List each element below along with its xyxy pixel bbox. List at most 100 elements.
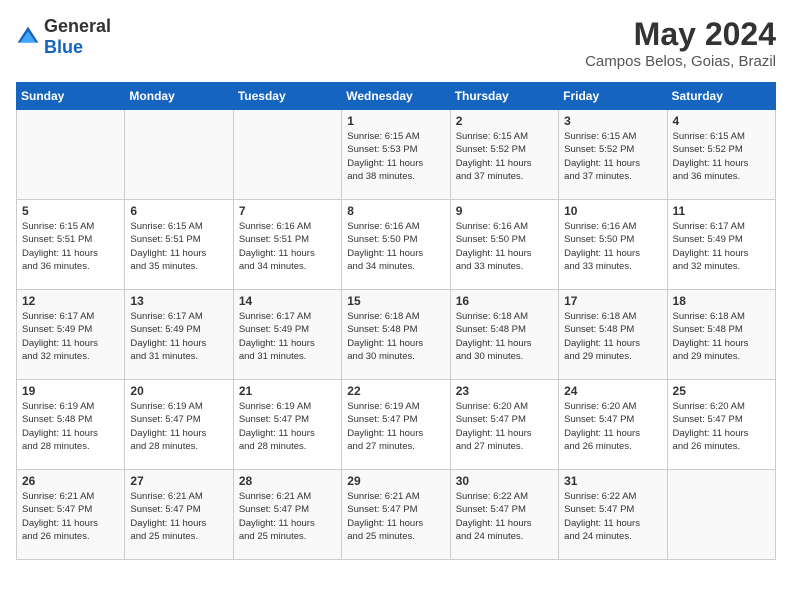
day-info: Sunrise: 6:21 AMSunset: 5:47 PMDaylight:… bbox=[22, 490, 119, 543]
calendar-cell: 5 Sunrise: 6:15 AMSunset: 5:51 PMDaylight… bbox=[17, 200, 125, 290]
weekday-header-tuesday: Tuesday bbox=[233, 83, 341, 110]
day-number: 10 bbox=[564, 204, 661, 218]
day-number: 29 bbox=[347, 474, 444, 488]
day-info: Sunrise: 6:19 AMSunset: 5:47 PMDaylight:… bbox=[347, 400, 444, 453]
day-info: Sunrise: 6:21 AMSunset: 5:47 PMDaylight:… bbox=[130, 490, 227, 543]
calendar-cell: 30 Sunrise: 6:22 AMSunset: 5:47 PMDayligh… bbox=[450, 470, 558, 560]
month-title: May 2024 bbox=[585, 16, 776, 53]
calendar-cell: 31Sunrise: 6:22 AMSunset: 5:47 PMDayligh… bbox=[559, 470, 667, 560]
day-number: 12 bbox=[22, 294, 119, 308]
day-info: Sunrise: 6:18 AMSunset: 5:48 PMDaylight:… bbox=[347, 310, 444, 363]
day-info: Sunrise: 6:15 AMSunset: 5:52 PMDaylight:… bbox=[673, 130, 770, 183]
calendar-cell: 3Sunrise: 6:15 AMSunset: 5:52 PMDaylight… bbox=[559, 110, 667, 200]
calendar-cell: 18 Sunrise: 6:18 AMSunset: 5:48 PMDayligh… bbox=[667, 290, 775, 380]
day-number: 25 bbox=[673, 384, 770, 398]
day-info: Sunrise: 6:20 AMSunset: 5:47 PMDaylight:… bbox=[564, 400, 661, 453]
calendar-cell: 20Sunrise: 6:19 AMSunset: 5:47 PMDayligh… bbox=[125, 380, 233, 470]
calendar-cell: 8 Sunrise: 6:16 AMSunset: 5:50 PMDaylight… bbox=[342, 200, 450, 290]
day-info: Sunrise: 6:18 AMSunset: 5:48 PMDaylight:… bbox=[673, 310, 770, 363]
calendar-week-row: 26 Sunrise: 6:21 AMSunset: 5:47 PMDayligh… bbox=[17, 470, 776, 560]
day-number: 23 bbox=[456, 384, 553, 398]
calendar-cell: 21 Sunrise: 6:19 AMSunset: 5:47 PMDayligh… bbox=[233, 380, 341, 470]
calendar-cell: 28Sunrise: 6:21 AMSunset: 5:47 PMDayligh… bbox=[233, 470, 341, 560]
day-number: 9 bbox=[456, 204, 553, 218]
day-number: 8 bbox=[347, 204, 444, 218]
calendar-cell: 9Sunrise: 6:16 AMSunset: 5:50 PMDaylight… bbox=[450, 200, 558, 290]
calendar-cell: 14 Sunrise: 6:17 AMSunset: 5:49 PMDayligh… bbox=[233, 290, 341, 380]
day-number: 24 bbox=[564, 384, 661, 398]
calendar-cell: 23Sunrise: 6:20 AMSunset: 5:47 PMDayligh… bbox=[450, 380, 558, 470]
calendar-cell: 22 Sunrise: 6:19 AMSunset: 5:47 PMDayligh… bbox=[342, 380, 450, 470]
calendar-cell: 29 Sunrise: 6:21 AMSunset: 5:47 PMDayligh… bbox=[342, 470, 450, 560]
day-info: Sunrise: 6:15 AMSunset: 5:52 PMDaylight:… bbox=[456, 130, 553, 183]
day-info: Sunrise: 6:17 AMSunset: 5:49 PMDaylight:… bbox=[22, 310, 119, 363]
weekday-header-thursday: Thursday bbox=[450, 83, 558, 110]
calendar-cell: 16Sunrise: 6:18 AMSunset: 5:48 PMDayligh… bbox=[450, 290, 558, 380]
weekday-header-wednesday: Wednesday bbox=[342, 83, 450, 110]
day-number: 11 bbox=[673, 204, 770, 218]
calendar-cell: 6 Sunrise: 6:15 AMSunset: 5:51 PMDaylight… bbox=[125, 200, 233, 290]
calendar-week-row: 1 Sunrise: 6:15 AMSunset: 5:53 PMDaylight… bbox=[17, 110, 776, 200]
day-info: Sunrise: 6:16 AMSunset: 5:50 PMDaylight:… bbox=[347, 220, 444, 273]
day-info: Sunrise: 6:17 AMSunset: 5:49 PMDaylight:… bbox=[239, 310, 336, 363]
day-number: 30 bbox=[456, 474, 553, 488]
day-info: Sunrise: 6:22 AMSunset: 5:47 PMDaylight:… bbox=[564, 490, 661, 543]
calendar-week-row: 5 Sunrise: 6:15 AMSunset: 5:51 PMDaylight… bbox=[17, 200, 776, 290]
day-info: Sunrise: 6:19 AMSunset: 5:47 PMDaylight:… bbox=[130, 400, 227, 453]
calendar-cell: 12 Sunrise: 6:17 AMSunset: 5:49 PMDayligh… bbox=[17, 290, 125, 380]
day-info: Sunrise: 6:15 AMSunset: 5:53 PMDaylight:… bbox=[347, 130, 444, 183]
day-number: 21 bbox=[239, 384, 336, 398]
calendar-cell: 25 Sunrise: 6:20 AMSunset: 5:47 PMDayligh… bbox=[667, 380, 775, 470]
day-info: Sunrise: 6:20 AMSunset: 5:47 PMDaylight:… bbox=[673, 400, 770, 453]
day-number: 4 bbox=[673, 114, 770, 128]
calendar-cell: 2Sunrise: 6:15 AMSunset: 5:52 PMDaylight… bbox=[450, 110, 558, 200]
day-number: 7 bbox=[239, 204, 336, 218]
day-number: 5 bbox=[22, 204, 119, 218]
day-info: Sunrise: 6:16 AMSunset: 5:50 PMDaylight:… bbox=[564, 220, 661, 273]
calendar-cell: 1 Sunrise: 6:15 AMSunset: 5:53 PMDaylight… bbox=[342, 110, 450, 200]
calendar-cell: 27 Sunrise: 6:21 AMSunset: 5:47 PMDayligh… bbox=[125, 470, 233, 560]
day-info: Sunrise: 6:15 AMSunset: 5:51 PMDaylight:… bbox=[22, 220, 119, 273]
calendar-week-row: 19Sunrise: 6:19 AMSunset: 5:48 PMDayligh… bbox=[17, 380, 776, 470]
day-number: 13 bbox=[130, 294, 227, 308]
calendar-cell bbox=[125, 110, 233, 200]
day-number: 18 bbox=[673, 294, 770, 308]
day-number: 3 bbox=[564, 114, 661, 128]
calendar-cell: 13Sunrise: 6:17 AMSunset: 5:49 PMDayligh… bbox=[125, 290, 233, 380]
day-number: 17 bbox=[564, 294, 661, 308]
calendar-cell: 7Sunrise: 6:16 AMSunset: 5:51 PMDaylight… bbox=[233, 200, 341, 290]
day-info: Sunrise: 6:22 AMSunset: 5:47 PMDaylight:… bbox=[456, 490, 553, 543]
day-number: 28 bbox=[239, 474, 336, 488]
day-info: Sunrise: 6:21 AMSunset: 5:47 PMDaylight:… bbox=[347, 490, 444, 543]
calendar-cell: 15 Sunrise: 6:18 AMSunset: 5:48 PMDayligh… bbox=[342, 290, 450, 380]
calendar-cell: 10 Sunrise: 6:16 AMSunset: 5:50 PMDayligh… bbox=[559, 200, 667, 290]
weekday-header-monday: Monday bbox=[125, 83, 233, 110]
calendar-cell bbox=[233, 110, 341, 200]
calendar-cell: 11 Sunrise: 6:17 AMSunset: 5:49 PMDayligh… bbox=[667, 200, 775, 290]
calendar-table: SundayMondayTuesdayWednesdayThursdayFrid… bbox=[16, 82, 776, 560]
calendar-cell: 19Sunrise: 6:19 AMSunset: 5:48 PMDayligh… bbox=[17, 380, 125, 470]
day-number: 14 bbox=[239, 294, 336, 308]
calendar-week-row: 12 Sunrise: 6:17 AMSunset: 5:49 PMDayligh… bbox=[17, 290, 776, 380]
calendar-cell: 26 Sunrise: 6:21 AMSunset: 5:47 PMDayligh… bbox=[17, 470, 125, 560]
weekday-header-row: SundayMondayTuesdayWednesdayThursdayFrid… bbox=[17, 83, 776, 110]
day-number: 1 bbox=[347, 114, 444, 128]
calendar-cell bbox=[17, 110, 125, 200]
logo-icon bbox=[16, 25, 40, 49]
day-info: Sunrise: 6:17 AMSunset: 5:49 PMDaylight:… bbox=[673, 220, 770, 273]
calendar-cell bbox=[667, 470, 775, 560]
day-info: Sunrise: 6:19 AMSunset: 5:47 PMDaylight:… bbox=[239, 400, 336, 453]
day-number: 26 bbox=[22, 474, 119, 488]
day-number: 6 bbox=[130, 204, 227, 218]
title-block: May 2024 Campos Belos, Goias, Brazil bbox=[585, 16, 776, 70]
day-number: 15 bbox=[347, 294, 444, 308]
weekday-header-saturday: Saturday bbox=[667, 83, 775, 110]
calendar-cell: 17 Sunrise: 6:18 AMSunset: 5:48 PMDayligh… bbox=[559, 290, 667, 380]
logo: General Blue bbox=[16, 16, 111, 58]
day-info: Sunrise: 6:15 AMSunset: 5:51 PMDaylight:… bbox=[130, 220, 227, 273]
day-number: 22 bbox=[347, 384, 444, 398]
day-info: Sunrise: 6:18 AMSunset: 5:48 PMDaylight:… bbox=[564, 310, 661, 363]
page-header: General Blue May 2024 Campos Belos, Goia… bbox=[16, 16, 776, 70]
day-number: 27 bbox=[130, 474, 227, 488]
day-info: Sunrise: 6:18 AMSunset: 5:48 PMDaylight:… bbox=[456, 310, 553, 363]
